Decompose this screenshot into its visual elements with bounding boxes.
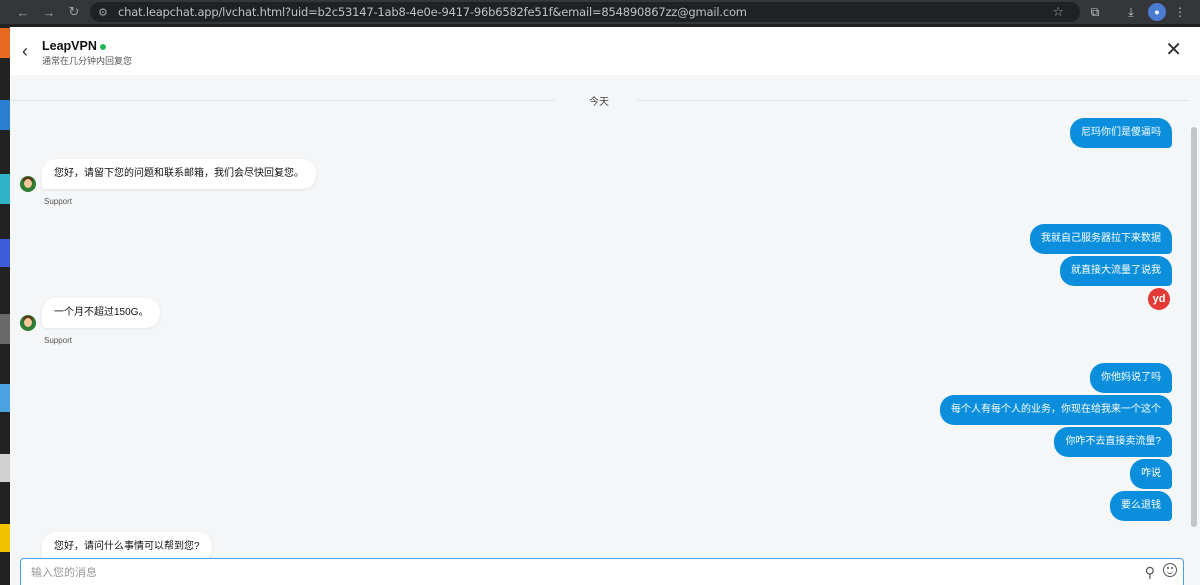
agent-avatar	[20, 315, 36, 331]
chat-title: LeapVPN	[42, 39, 106, 53]
message-composer: ⚲	[20, 558, 1184, 585]
desktop-app-icon[interactable]	[0, 454, 10, 482]
address-bar[interactable]: ⚙ chat.leapchat.app/lvchat.html?uid=b2c5…	[90, 2, 1080, 22]
desktop-background	[0, 24, 10, 585]
site-info-icon[interactable]: ⚙	[98, 6, 114, 19]
message-input[interactable]	[31, 564, 1111, 582]
browser-toolbar: ← → ↻ ⚙ chat.leapchat.app/lvchat.html?ui…	[0, 0, 1200, 24]
agent-avatar	[20, 176, 36, 192]
chat-window: ‹ LeapVPN 通常在几分钟内回复您 ✕ 今天 尼玛你们是傻逼吗 您好，请留…	[10, 27, 1200, 585]
message-bubble-incoming: 您好，请留下您的问题和联系邮箱，我们会尽快回复您。	[42, 159, 316, 189]
back-arrow-icon[interactable]: ←	[12, 1, 34, 23]
youdao-translate-icon[interactable]: yd	[1148, 288, 1170, 310]
desktop-app-icon[interactable]	[0, 100, 10, 130]
desktop-app-icon[interactable]	[0, 239, 10, 267]
bookmark-star-icon[interactable]: ☆	[1052, 4, 1064, 20]
browser-menu-icon[interactable]: ⋮	[1171, 3, 1189, 21]
message-bubble-incoming: 一个月不超过150G。	[42, 298, 161, 328]
extensions-icon[interactable]: ⧉	[1086, 3, 1104, 21]
chat-header: ‹ LeapVPN 通常在几分钟内回复您 ✕	[10, 27, 1200, 75]
scrollbar[interactable]	[1188, 75, 1200, 585]
emoji-icon[interactable]	[1163, 563, 1177, 577]
message-bubble-outgoing: 尼玛你们是傻逼吗	[1070, 118, 1172, 148]
message-bubble-outgoing: 你咋不去直接卖流量?	[1054, 427, 1172, 457]
date-separator: 今天	[589, 97, 609, 108]
sender-name: Support	[44, 336, 73, 345]
desktop-app-icon[interactable]	[0, 174, 10, 204]
profile-avatar-icon[interactable]: ●	[1148, 3, 1166, 21]
scrollbar-thumb[interactable]	[1191, 127, 1197, 527]
desktop-app-icon[interactable]	[0, 28, 10, 58]
chevron-left-icon[interactable]: ‹	[22, 41, 38, 61]
desktop-app-icon[interactable]	[0, 524, 10, 552]
message-bubble-outgoing: 要么退钱	[1110, 491, 1172, 521]
sender-name: Support	[44, 197, 73, 206]
paperclip-icon[interactable]: ⚲	[1145, 564, 1155, 581]
desktop-app-icon[interactable]	[0, 314, 10, 344]
chat-title-text: LeapVPN	[42, 39, 97, 53]
close-icon[interactable]: ✕	[1165, 39, 1182, 61]
message-bubble-outgoing: 每个人有每个人的业务，你现在给我来一个这个	[940, 395, 1172, 425]
desktop-app-icon[interactable]	[0, 384, 10, 412]
message-bubble-outgoing: 你他妈说了吗	[1090, 363, 1172, 393]
forward-arrow-icon[interactable]: →	[38, 1, 60, 23]
message-bubble-outgoing: 就直接大流量了说我	[1060, 256, 1172, 286]
url-text[interactable]: chat.leapchat.app/lvchat.html?uid=b2c531…	[118, 5, 747, 19]
online-status-dot	[99, 43, 106, 50]
message-list[interactable]: 今天 尼玛你们是傻逼吗 您好，请留下您的问题和联系邮箱，我们会尽快回复您。 Su…	[10, 75, 1188, 562]
download-icon[interactable]: ⤓	[1122, 3, 1140, 21]
message-bubble-outgoing: 咋说	[1130, 459, 1172, 489]
message-bubble-outgoing: 我就自己服务器拉下来数据	[1030, 224, 1172, 254]
reload-icon[interactable]: ↻	[63, 1, 85, 23]
chat-subtitle: 通常在几分钟内回复您	[42, 56, 133, 66]
